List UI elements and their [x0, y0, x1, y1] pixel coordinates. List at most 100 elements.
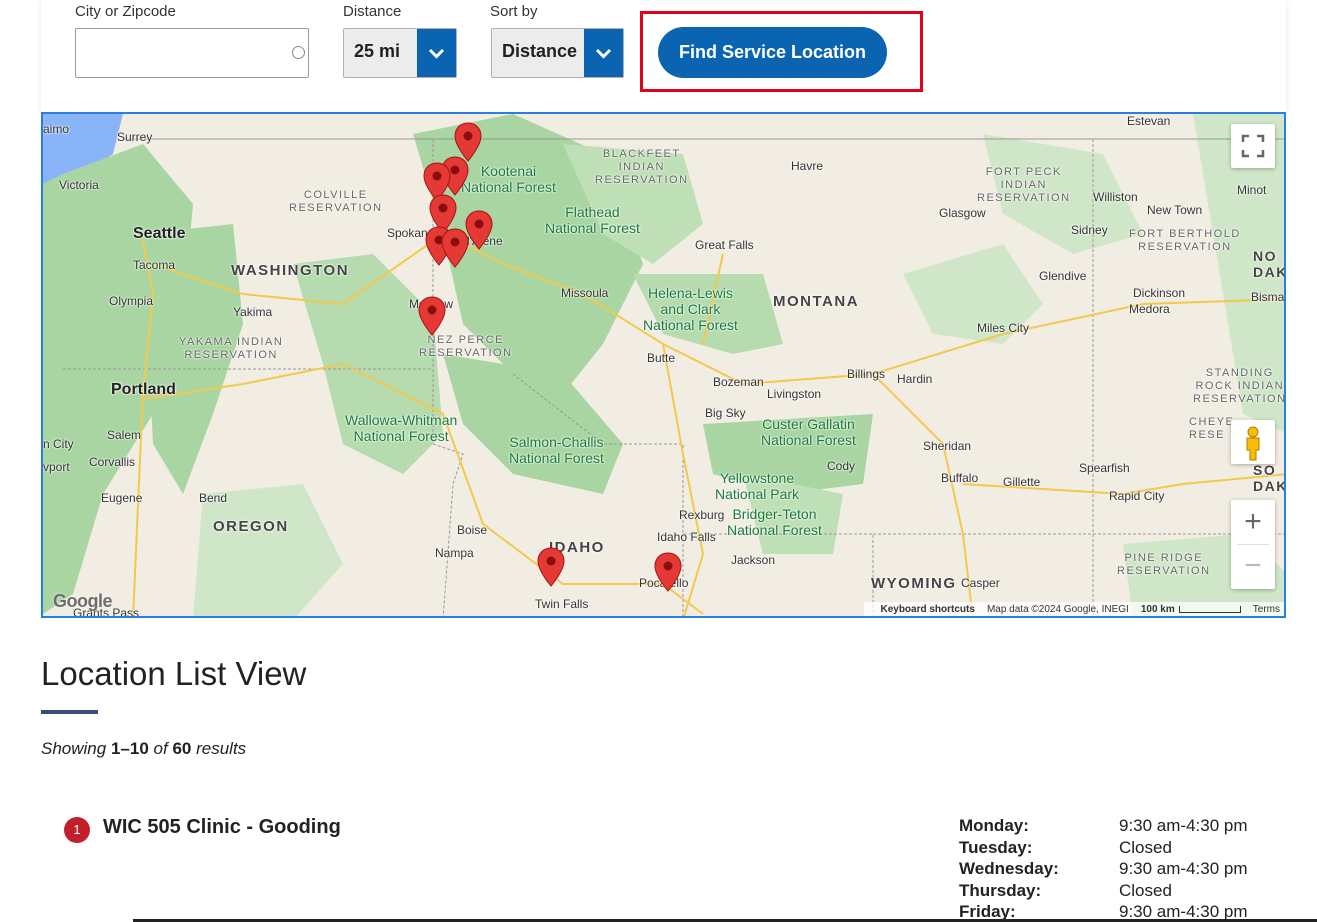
map-view[interactable]: aimo Surrey Victoria Seattle Tacoma Olym… [41, 112, 1286, 618]
map-label-hardin: Hardin [897, 372, 933, 386]
hours-day: Monday: [959, 816, 1029, 835]
search-panel: City or Zipcode Distance 25 mi Sort by D… [41, 0, 1286, 112]
map-label-gillette: Gillette [1003, 475, 1041, 489]
fullscreen-icon [1241, 134, 1265, 158]
map-label-seattle: Seattle [133, 225, 186, 242]
map-label-portland: Portland [111, 381, 176, 398]
map-label-nanaimo: aimo [43, 122, 70, 136]
map-label-helena: Helena-Lewis and Clark National Forest [643, 285, 738, 333]
location-pin-icon[interactable] [654, 552, 682, 592]
map-label-pine-ridge: PINE RIDGE RESERVATION [1117, 552, 1211, 577]
map-label-billings: Billings [847, 367, 886, 381]
map-label-sidney: Sidney [1071, 223, 1108, 237]
map-label-montana: MONTANA [773, 293, 860, 310]
map-label-cody: Cody [827, 459, 856, 473]
results-total: 60 [172, 739, 192, 758]
map-label-salem: Salem [107, 428, 142, 442]
map-label-bismarck: Bismarck [1251, 290, 1285, 304]
map-label-miles-city: Miles City [977, 321, 1030, 335]
map-label-newport: vport [43, 460, 70, 474]
location-pin-icon[interactable] [441, 228, 469, 268]
map-label-dickinson: Dickinson [1133, 286, 1186, 300]
map-label-big-sky: Big Sky [705, 406, 746, 420]
chevron-down-icon[interactable] [584, 29, 623, 77]
map-label-twin-falls: Twin Falls [535, 597, 589, 611]
map-label-nez-perce: NEZ PERCE RESERVATION [419, 334, 513, 359]
map-label-yakima: Yakima [233, 305, 273, 319]
map-label-missoula: Missoula [561, 286, 609, 300]
hours-time: Closed [1119, 880, 1172, 900]
map-label-great-falls: Great Falls [695, 238, 754, 252]
map-label-oregon: OREGON [213, 518, 289, 535]
pegman-icon [1246, 426, 1260, 461]
map-label-yakama-reservation: YAKAMA INDIAN RESERVATION [179, 336, 284, 361]
map-label-oregon-city: n City [43, 437, 74, 451]
map-label-standing-rock: STANDING ROCK INDIAN RESERVATION [1193, 367, 1286, 405]
map-label-cheyenne: CHEYE RESE [1189, 416, 1235, 441]
city-zip-input[interactable] [75, 28, 309, 78]
map-label-wallowa: Wallowa-Whitman National Forest [345, 412, 458, 444]
map-label-estevan: Estevan [1127, 114, 1171, 128]
map-label-kootenai: Kootenai National Forest [461, 163, 556, 195]
map-label-rapid-city: Rapid City [1109, 489, 1165, 503]
distance-select[interactable]: 25 mi [343, 28, 457, 78]
location-pin-icon[interactable] [537, 547, 565, 587]
map-label-butte: Butte [647, 351, 676, 365]
map-label-sheridan: Sheridan [923, 439, 972, 453]
map-label-tacoma: Tacoma [133, 258, 176, 272]
of-word: of [153, 739, 168, 758]
map-label-washington: WASHINGTON [231, 262, 350, 279]
keyboard-shortcuts-link[interactable]: Keyboard shortcuts [880, 604, 974, 615]
map-label-boise: Boise [457, 523, 488, 537]
zoom-in-button[interactable]: + [1231, 504, 1275, 540]
map-label-minot: Minot [1237, 183, 1267, 197]
map-label-fort-berthold: FORT BERTHOLD RESERVATION [1129, 228, 1241, 253]
hours-row: Wednesday: 9:30 am-4:30 pm [959, 858, 1279, 880]
hours-time: Closed [1119, 837, 1172, 857]
map-label-glendive: Glendive [1039, 269, 1087, 283]
hours-row: Monday: 9:30 am-4:30 pm [959, 815, 1279, 837]
scale-bar [1178, 605, 1241, 613]
zoom-out-button[interactable]: − [1231, 548, 1275, 584]
map-label-wyoming: WYOMING [871, 575, 957, 592]
map-data-credit: Map data ©2024 Google, INEGI [986, 603, 1129, 615]
hours-day: Wednesday: [959, 859, 1059, 878]
location-name-link[interactable]: WIC 505 Clinic - Gooding [103, 816, 341, 839]
hours-time: 9:30 am-4:30 pm [1119, 859, 1248, 878]
distance-value: 25 mi [354, 41, 401, 61]
title-underline [41, 710, 98, 714]
map-label-victoria: Victoria [59, 178, 99, 192]
terms-link[interactable]: Terms [1253, 604, 1280, 615]
location-pin-icon[interactable] [465, 210, 493, 250]
fullscreen-button[interactable] [1231, 124, 1275, 168]
hours-row: Tuesday: Closed [959, 837, 1279, 859]
map-label-medora: Medora [1129, 302, 1170, 316]
distance-label: Distance [343, 3, 402, 20]
map-scale[interactable]: 100 km [1141, 604, 1175, 615]
opening-hours: Monday: 9:30 am-4:30 pm Tuesday: Closed … [959, 815, 1279, 922]
google-logo: Google [53, 591, 113, 611]
map-label-bozeman: Bozeman [713, 375, 764, 389]
map-label-salmon: Salmon-Challis National Forest [509, 434, 604, 466]
results-range: 1–10 [110, 739, 149, 758]
location-pin-icon[interactable] [418, 296, 446, 336]
map-label-bend: Bend [199, 491, 228, 505]
input-status-icon [292, 46, 305, 59]
map-label-livingston: Livingston [767, 387, 822, 401]
map-label-colville: COLVILLE RESERVATION [289, 189, 383, 214]
chevron-down-icon[interactable] [417, 29, 456, 77]
location-number-badge: 1 [64, 817, 90, 843]
highlight-annotation [640, 11, 923, 92]
hours-row: Thursday: Closed [959, 880, 1279, 902]
results-word: results [196, 739, 247, 758]
results-count: Showing 1–10 of 60 results [41, 739, 246, 759]
hours-day: Thursday: [959, 880, 1042, 900]
map-label-yellowstone: Yellowstone National Park [715, 470, 800, 502]
map-label-fort-peck: FORT PECK INDIAN RESERVATION [977, 166, 1071, 204]
map-label-rexburg: Rexburg [679, 508, 725, 522]
map-label-nampa: Nampa [435, 546, 474, 560]
street-view-pegman[interactable] [1231, 420, 1275, 464]
sort-select[interactable]: Distance [491, 28, 624, 78]
map-label-north-dakota: NO DAK [1253, 248, 1286, 280]
map-label-williston: Williston [1093, 190, 1138, 204]
